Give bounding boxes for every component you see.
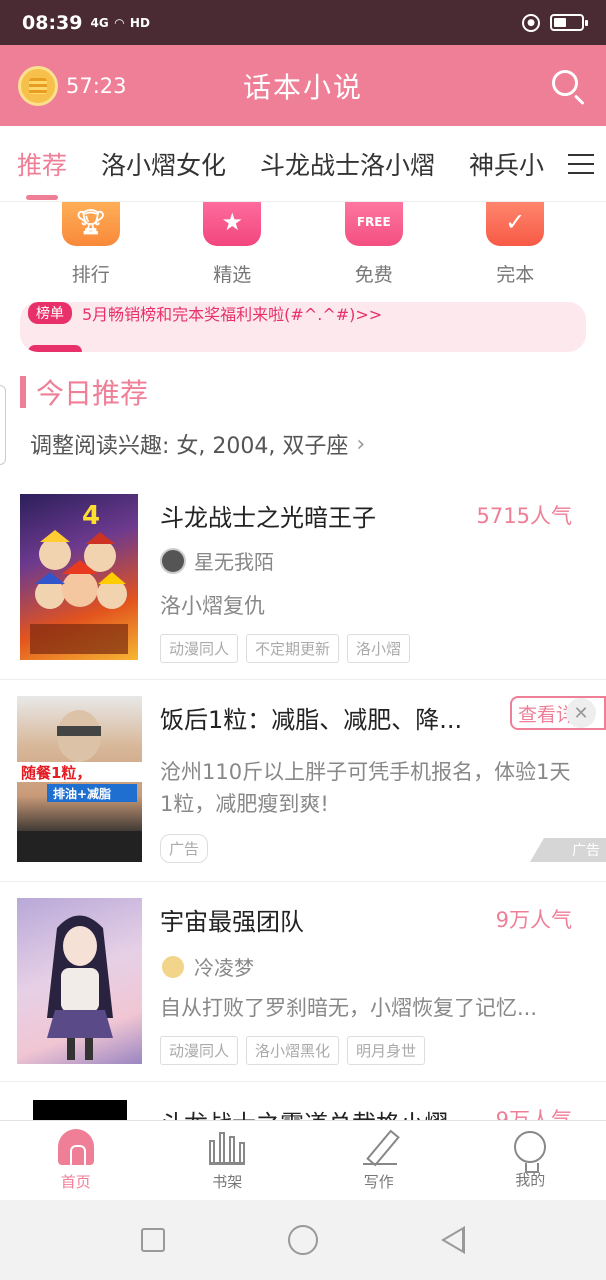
ad-image-text-2: 排油+减脂 bbox=[53, 786, 111, 801]
free-icon: FREE bbox=[344, 202, 403, 246]
author-avatar bbox=[160, 953, 186, 980]
edge-handle[interactable] bbox=[0, 385, 6, 465]
nav-bookshelf[interactable]: 书架 bbox=[152, 1121, 304, 1200]
status-bar: 08:39 4G ◠ HD ● bbox=[0, 0, 606, 45]
category-featured[interactable]: ★ 精选 bbox=[182, 202, 282, 292]
recent-apps-icon[interactable] bbox=[141, 1228, 166, 1252]
nav-profile[interactable]: 我的 bbox=[455, 1121, 606, 1200]
book-title: 宇宙最强团队 bbox=[160, 908, 304, 936]
tabs-menu-icon[interactable] bbox=[556, 126, 606, 201]
bottom-navigation: 首页 书架 写作 我的 bbox=[0, 1120, 606, 1200]
home-icon bbox=[57, 1129, 94, 1167]
app-header: 57:23 话本小说 bbox=[0, 45, 606, 126]
nav-home[interactable]: 首页 bbox=[0, 1121, 152, 1200]
category-tabs: 推荐 洛小熠女化 斗龙战士洛小熠 神兵小 bbox=[0, 126, 606, 202]
wifi-icon: ◠ bbox=[114, 15, 124, 30]
section-accent-bar bbox=[20, 376, 26, 408]
book-cover bbox=[17, 898, 142, 1064]
category-free[interactable]: FREE 免费 bbox=[324, 202, 424, 292]
hd-label: HD bbox=[129, 15, 150, 30]
tag: 明月身世 bbox=[347, 1036, 426, 1065]
announcement-banner[interactable]: 榜单 5月畅销榜和完本奖福利来啦(#^.^#)>> bbox=[20, 302, 586, 352]
svg-text:4: 4 bbox=[82, 501, 100, 531]
book-item[interactable]: 斗龙战士之霸道总裁格小熠 9万人气 bbox=[0, 1082, 606, 1120]
signal-icon: 4G bbox=[90, 15, 109, 30]
system-navigation-bar bbox=[0, 1200, 606, 1280]
chevron-right-icon: › bbox=[356, 431, 366, 457]
book-description: 自从打败了罗刹暗无，小熠恢复了记忆... bbox=[160, 996, 538, 1020]
ad-image: 随餐1粒， 排油+减脂 bbox=[17, 696, 142, 862]
preference-text: 调整阅读兴趣: 女, 2004, 双子座 bbox=[30, 434, 349, 459]
nav-label: 首页 bbox=[60, 1173, 91, 1191]
popularity-count: 5715人气 bbox=[476, 504, 572, 528]
banner-text: 5月畅销榜和完本奖福利来啦(#^.^#)>> bbox=[82, 305, 383, 324]
tab-recommend[interactable]: 推荐 bbox=[0, 126, 84, 201]
nav-label: 写作 bbox=[363, 1173, 394, 1191]
search-icon[interactable] bbox=[548, 66, 588, 106]
book-cover bbox=[33, 1100, 127, 1120]
battery-icon bbox=[550, 14, 588, 31]
profile-icon bbox=[514, 1131, 547, 1173]
category-label: 精选 bbox=[213, 264, 252, 286]
tag: 动漫同人 bbox=[160, 1036, 239, 1065]
ad-item[interactable]: 随餐1粒， 排油+减脂 饭后1粒：减脂、减肥、降... 查看详情 ✕ 沧州110… bbox=[0, 680, 606, 882]
ad-label: 广告 bbox=[160, 834, 209, 863]
checkmark-icon: ✓ bbox=[486, 202, 545, 246]
timer-value: 57:23 bbox=[66, 73, 127, 98]
tab-luo-xiaoyi-nvhua[interactable]: 洛小熠女化 bbox=[84, 126, 243, 201]
reading-preference-link[interactable]: 调整阅读兴趣: 女, 2004, 双子座 › bbox=[30, 428, 365, 460]
next-badge bbox=[28, 345, 82, 352]
book-item[interactable]: 宇宙最强团队 9万人气 冷凌梦 自从打败了罗刹暗无，小熠恢复了记忆... 动漫同… bbox=[0, 882, 606, 1082]
book-tags: 动漫同人 洛小熠黑化 明月身世 bbox=[160, 1036, 426, 1065]
author-avatar bbox=[160, 547, 186, 574]
close-icon[interactable]: ✕ bbox=[566, 698, 596, 728]
nav-label: 书架 bbox=[212, 1173, 243, 1191]
nav-write[interactable]: 写作 bbox=[303, 1121, 455, 1200]
tab-shenbing[interactable]: 神兵小 bbox=[452, 126, 561, 201]
ad-image-text-1: 随餐1粒， bbox=[21, 764, 91, 782]
ad-title: 饭后1粒：减脂、减肥、降... bbox=[160, 706, 463, 734]
tab-doulong-luo-xiaoyi[interactable]: 斗龙战士洛小熠 bbox=[243, 126, 452, 201]
status-time: 08:39 bbox=[22, 11, 83, 34]
category-label: 排行 bbox=[71, 264, 110, 286]
author: 冷凌梦 bbox=[160, 952, 254, 981]
tag: 不定期更新 bbox=[246, 634, 340, 663]
book-cover: 4 bbox=[20, 494, 138, 660]
book-description: 洛小熠复仇 bbox=[160, 594, 265, 618]
alarm-clock-icon bbox=[18, 65, 58, 106]
category-shortcuts: 🏆︎ 排行 ★ 精选 FREE 免费 ✓ 完本 bbox=[0, 202, 606, 292]
tag: 洛小熠 bbox=[347, 634, 411, 663]
category-completed[interactable]: ✓ 完本 bbox=[465, 202, 565, 292]
author-name: 星无我陌 bbox=[194, 550, 274, 574]
category-label: 免费 bbox=[354, 264, 393, 286]
trophy-icon: 🏆︎ bbox=[61, 202, 120, 246]
tag: 动漫同人 bbox=[160, 634, 239, 663]
bookshelf-icon bbox=[209, 1129, 246, 1165]
back-icon[interactable] bbox=[440, 1226, 465, 1254]
ad-description: 沧州110斤以上胖子可凭手机报名，体验1天1粒，减肥瘦到爽! bbox=[160, 760, 571, 816]
ad-corner-badge: 广告 bbox=[530, 838, 606, 862]
author-name: 冷凌梦 bbox=[194, 956, 254, 980]
home-button-icon[interactable] bbox=[287, 1225, 318, 1255]
section-heading: 今日推荐 bbox=[20, 372, 148, 412]
book-title: 斗龙战士之光暗王子 bbox=[160, 504, 376, 532]
category-label: 完本 bbox=[496, 264, 535, 286]
reading-timer[interactable]: 57:23 bbox=[18, 65, 127, 106]
pen-icon bbox=[361, 1129, 397, 1165]
book-item[interactable]: 4 斗龙战士之光暗王子 5715人气 星无我陌 洛小熠复仇 动漫同人 不定期更新… bbox=[0, 480, 606, 680]
tag: 洛小熠黑化 bbox=[246, 1036, 340, 1065]
popularity-count: 9万人气 bbox=[495, 1108, 572, 1120]
book-tags: 动漫同人 不定期更新 洛小熠 bbox=[160, 634, 411, 663]
ranking-badge: 榜单 bbox=[28, 302, 72, 324]
popularity-count: 9万人气 bbox=[495, 908, 572, 932]
category-ranking[interactable]: 🏆︎ 排行 bbox=[41, 202, 141, 292]
rotation-lock-icon: ● bbox=[522, 13, 540, 32]
star-icon: ★ bbox=[203, 202, 262, 246]
author: 星无我陌 bbox=[160, 546, 274, 575]
book-title: 斗龙战士之霸道总裁格小熠 bbox=[160, 1104, 448, 1120]
section-title: 今日推荐 bbox=[36, 377, 149, 410]
